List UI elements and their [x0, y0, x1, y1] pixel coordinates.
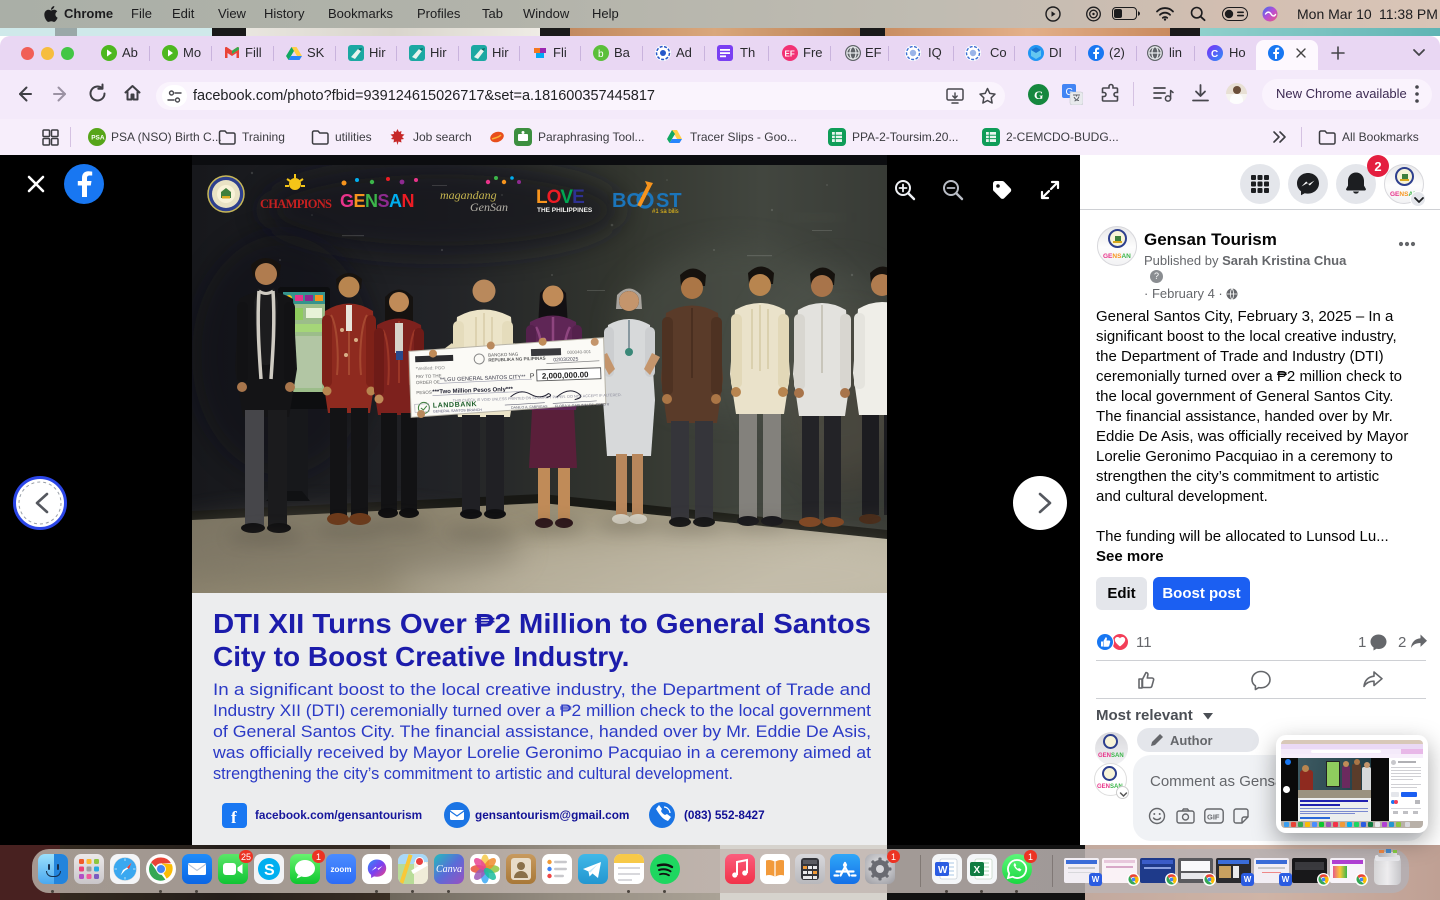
- svg-text:(083) 552-8427: (083) 552-8427: [684, 808, 765, 822]
- svg-text:P: P: [530, 373, 535, 380]
- svg-text:GENSAN: GENSAN: [340, 191, 414, 211]
- svg-text:W: W: [938, 865, 948, 876]
- svg-text:CHAMPIONS: CHAMPIONS: [260, 197, 332, 211]
- svg-text:City to Boost Creative Industr: City to Boost Creative Industry.: [213, 641, 629, 672]
- svg-text:#1 sa bilis: #1 sa bilis: [652, 209, 679, 215]
- svg-text:*Verified: PGO: *Verified: PGO: [415, 365, 445, 371]
- svg-text:LOVE: LOVE: [536, 187, 584, 208]
- svg-text:was officially received by May: was officially received by Mayor Lorelie…: [212, 744, 872, 762]
- svg-text:C: C: [1211, 49, 1218, 60]
- svg-text:Industry XII (DTI) ceremoniall: Industry XII (DTI) ceremonially turned o…: [213, 702, 871, 720]
- svg-text:of General Santos City. The fi: of General Santos City. The financial as…: [213, 723, 871, 741]
- svg-text:2,000,000.00: 2,000,000.00: [542, 370, 590, 381]
- svg-text:PAY TO THE: PAY TO THE: [416, 373, 442, 379]
- svg-text:000040-001: 000040-001: [567, 349, 592, 355]
- svg-text:02/03/2025: 02/03/2025: [553, 356, 578, 363]
- svg-text:THE PHILIPPINES: THE PHILIPPINES: [537, 207, 593, 214]
- svg-text:S: S: [264, 862, 275, 879]
- svg-text:gensantourism@gmail.com: gensantourism@gmail.com: [475, 808, 629, 822]
- svg-text:PSA: PSA: [91, 135, 105, 142]
- svg-text:GIF: GIF: [1207, 813, 1220, 822]
- svg-text:GenSan: GenSan: [470, 200, 508, 214]
- svg-text:EF: EF: [785, 50, 795, 59]
- svg-text:G: G: [1034, 88, 1043, 102]
- svg-text:b: b: [598, 49, 604, 60]
- svg-text:facebook.com/gensantourism: facebook.com/gensantourism: [255, 808, 422, 822]
- svg-text:DTI XII Turns Over ₱2 Million: DTI XII Turns Over ₱2 Million to General…: [213, 608, 871, 639]
- svg-text:strengthening the city’s commi: strengthening the city’s commitment to a…: [213, 765, 733, 783]
- svg-text:X: X: [974, 865, 981, 876]
- svg-text:PESOS: PESOS: [416, 390, 432, 396]
- svg-text:ORDER OF: ORDER OF: [416, 379, 440, 385]
- svg-text:f: f: [231, 808, 237, 827]
- svg-text:In a significant boost to the: In a significant boost to the local crea…: [213, 681, 871, 699]
